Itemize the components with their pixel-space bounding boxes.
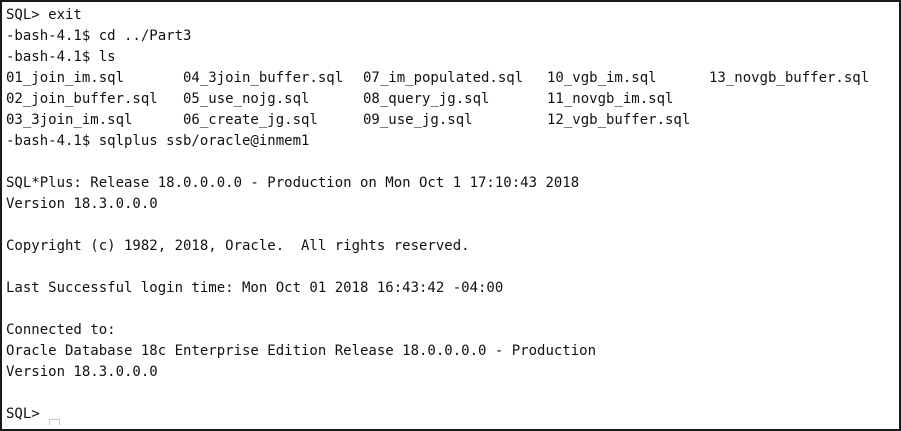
terminal-line: Version 18.3.0.0.0 xyxy=(6,364,158,380)
terminal-window[interactable]: SQL> exit -bash-4.1$ cd ../Part3 -bash-4… xyxy=(0,0,901,431)
file-name: 10_vgb_im.sql xyxy=(547,70,657,86)
file-name: 02_join_buffer.sql xyxy=(6,91,158,107)
terminal-line: -bash-4.1$ sqlplus ssb/oracle@inmem1 xyxy=(6,133,310,149)
file-name: 09_use_jg.sql xyxy=(363,112,473,128)
terminal-line: Copyright (c) 1982, 2018, Oracle. All ri… xyxy=(6,238,470,254)
file-name: 08_query_jg.sql xyxy=(363,91,490,107)
file-name: 06_create_jg.sql xyxy=(183,112,318,128)
terminal-line: Oracle Database 18c Enterprise Edition R… xyxy=(6,343,597,359)
file-name: 13_novgb_buffer.sql xyxy=(709,70,870,86)
terminal-line: -bash-4.1$ cd ../Part3 xyxy=(6,28,192,44)
file-name: 07_im_populated.sql xyxy=(363,70,524,86)
file-name: 05_use_nojg.sql xyxy=(183,91,310,107)
terminal-line: SQL> exit xyxy=(6,7,82,23)
terminal-line: -bash-4.1$ ls xyxy=(6,49,116,65)
file-name: 11_novgb_im.sql xyxy=(547,91,674,107)
file-name: 12_vgb_buffer.sql xyxy=(547,112,691,128)
text-cursor xyxy=(49,419,61,425)
sql-prompt: SQL> xyxy=(6,406,40,422)
ls-output-row: 01_join_im.sql 04_3join_buffer.sql 07_im… xyxy=(6,68,895,89)
ls-output-row: 02_join_buffer.sql 05_use_nojg.sql 08_qu… xyxy=(6,89,895,110)
terminal-line: SQL*Plus: Release 18.0.0.0.0 - Productio… xyxy=(6,175,580,191)
terminal-line: Connected to: xyxy=(6,322,116,338)
terminal-line: Last Successful login time: Mon Oct 01 2… xyxy=(6,280,504,296)
file-name: 04_3join_buffer.sql xyxy=(183,70,344,86)
ls-output-row: 03_3join_im.sql 06_create_jg.sql 09_use_… xyxy=(6,110,895,131)
sql-prompt-line[interactable]: SQL> xyxy=(6,404,895,425)
terminal-screen[interactable]: SQL> exit -bash-4.1$ cd ../Part3 -bash-4… xyxy=(6,5,895,425)
file-name: 03_3join_im.sql xyxy=(6,112,133,128)
file-name: 01_join_im.sql xyxy=(6,70,125,86)
terminal-line: Version 18.3.0.0.0 xyxy=(6,196,158,212)
